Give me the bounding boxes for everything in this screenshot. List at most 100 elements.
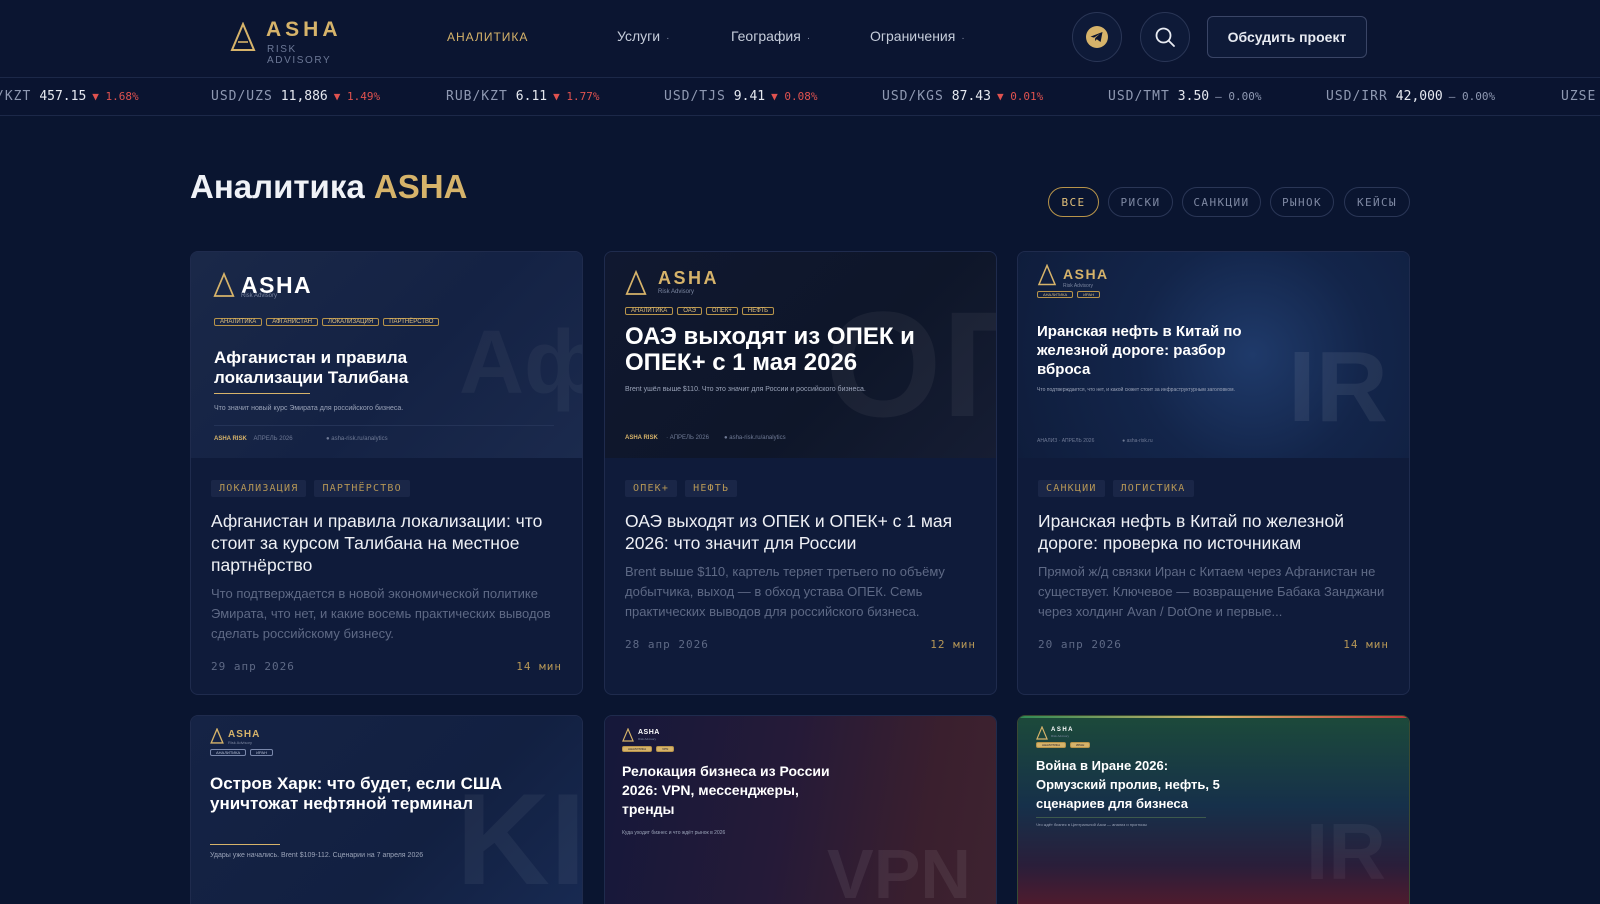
- article-card-iran-oil[interactable]: IR ASHA Risk Advisory АНАЛИТИКА ИРАН Ира…: [1017, 251, 1410, 695]
- chevron-down-icon: ·: [666, 33, 670, 44]
- cover-divider: [214, 425, 554, 426]
- cover-tag: ИРАН: [1070, 742, 1091, 748]
- cover-tags: АНАЛИТИКА ИРАН: [1036, 742, 1091, 748]
- cover-logo-word: ASHA: [1063, 266, 1109, 282]
- ticker-price: 457.15: [39, 89, 87, 104]
- card-tag[interactable]: ЛОГИСТИКА: [1112, 480, 1194, 497]
- cover-footer-brand: ASHA RISK: [625, 435, 658, 441]
- card-tags: ЛОКАЛИЗАЦИЯ ПАРТНЁРСТВО: [211, 480, 410, 497]
- cover-logo-sub: Risk Advisory: [1063, 283, 1094, 289]
- cover-logo-sub: Risk Advisory: [1051, 734, 1070, 738]
- card-excerpt: Прямой ж/д связки Иран с Китаем через Аф…: [1038, 564, 1385, 619]
- cover-title: Иранская нефть в Китай по железной дорог…: [1037, 323, 1242, 378]
- ticker-item: /KZT 457.15 ▼ 1.68%: [0, 89, 139, 104]
- logo-triangle-icon: [1037, 264, 1057, 286]
- filter-risks[interactable]: РИСКИ: [1108, 187, 1173, 217]
- chevron-down-icon: ·: [806, 33, 811, 44]
- cover-watermark: VPN: [827, 835, 971, 904]
- card-tags: САНКЦИИ ЛОГИСТИКА: [1038, 480, 1194, 497]
- logo-triangle-icon: [230, 22, 256, 51]
- nav-label: Ограничения: [870, 28, 956, 44]
- telegram-button[interactable]: [1072, 12, 1122, 62]
- cover-subtitle: Удары уже начались. Brent $109-112. Сцен…: [210, 852, 424, 859]
- ticker-change-value: 0.00%: [1228, 90, 1262, 103]
- cover-rule: [214, 393, 310, 394]
- site-logo[interactable]: ASHA Risk Advisory: [230, 16, 360, 66]
- currency-ticker: /KZT 457.15 ▼ 1.68% USD/UZS 11,886 ▼ 1.49% R…: [0, 78, 1600, 116]
- search-button[interactable]: [1140, 12, 1190, 62]
- card-tag[interactable]: НЕФТЬ: [685, 480, 738, 497]
- article-card-opec[interactable]: OП ASHA Risk Advisory АНАЛИТИКА ОАЭ ОПЕК…: [604, 251, 997, 695]
- cover-footer-brand: ASHA RISK: [214, 436, 247, 442]
- ticker-pair: USD/TJS: [664, 89, 726, 104]
- nav-item-restrictions[interactable]: Ограничения ·: [870, 28, 965, 44]
- cover-subtitle: Brent ушёл выше $110. Что это значит для…: [625, 386, 866, 393]
- cover-tag: ОПЕК+: [705, 307, 738, 315]
- card-title[interactable]: ОАЭ выходят из ОПЕК и ОПЕК+ с 1 мая 2026…: [625, 510, 980, 554]
- cover-tag: АНАЛИТИКА: [1037, 291, 1074, 298]
- card-date: 29 апр 2026: [211, 660, 295, 673]
- filter-sanctions[interactable]: САНКЦИИ: [1182, 187, 1261, 217]
- ticker-item: RUB/KZT 6.11 ▼ 1.77%: [446, 89, 599, 104]
- cover-footer-date: · АПРЕЛЬ 2026: [666, 435, 709, 441]
- discuss-project-button[interactable]: Обсудить проект: [1207, 16, 1367, 58]
- card-tag[interactable]: ПАРТНЁРСТВО: [314, 480, 410, 497]
- ticker-pair: USD/IRR: [1326, 89, 1388, 104]
- cover-watermark: IR: [1288, 331, 1388, 443]
- card-tag[interactable]: САНКЦИИ: [1038, 480, 1105, 497]
- ticker-pair: /KZT: [0, 89, 32, 104]
- filter-all[interactable]: ВСЕ: [1048, 187, 1099, 217]
- cover-tags: АНАЛИТИКА ИРАН: [210, 749, 273, 756]
- cover-tags: АНАЛИТИКА ИРАН: [1037, 291, 1100, 298]
- cover-footer: АНАЛИЗ · АПРЕЛЬ 2026 ● asha-risk.ru: [1037, 438, 1153, 444]
- ticker-pair: RUB/KZT: [446, 89, 508, 104]
- ticker-item: USD/UZS 11,886 ▼ 1.49%: [211, 89, 380, 104]
- ticker-price: 3.50: [1177, 89, 1210, 104]
- nav-label: География: [731, 28, 801, 44]
- arrow-down-icon: ▼: [92, 90, 99, 103]
- cover-rule: [210, 844, 280, 845]
- cover-rule: [1036, 817, 1206, 818]
- telegram-icon: [1086, 26, 1108, 48]
- card-title[interactable]: Афганистан и правила локализации: что ст…: [211, 510, 566, 576]
- ticker-change: — 0.00%: [1215, 90, 1261, 103]
- article-card-kharg[interactable]: KI ASHA Risk Advisory АНАЛИТИКА ИРАН Ост…: [190, 715, 583, 904]
- article-card-afghanistan[interactable]: Аф ASHA Risk Advisory АНАЛИТИКА АФГАНИСТ…: [190, 251, 583, 695]
- nav-item-geography[interactable]: География ·: [731, 28, 810, 44]
- cover-tag: НЕФТЬ: [741, 307, 775, 315]
- article-cover: IR ASHA Risk Advisory АНАЛИТИКА ИРАН Вой…: [1018, 716, 1409, 904]
- card-date: 20 апр 2026: [1038, 638, 1122, 651]
- nav-item-services[interactable]: Услуги ·: [617, 28, 669, 44]
- article-card-relocation[interactable]: VPN ASHA Risk Advisory АНАЛИТИКА VPN Рел…: [604, 715, 997, 904]
- logo-triangle-icon: [625, 269, 647, 295]
- nav-label: АНАЛИТИКА: [447, 30, 529, 44]
- article-card-iran-war[interactable]: IR ASHA Risk Advisory АНАЛИТИКА ИРАН Вой…: [1017, 715, 1410, 904]
- cover-title: Остров Харк: что будет, если США уничтож…: [210, 774, 503, 813]
- filter-market[interactable]: РЫНОК: [1270, 187, 1334, 217]
- arrow-down-icon: ▼: [771, 90, 778, 103]
- article-cover: IR ASHA Risk Advisory АНАЛИТИКА ИРАН Ира…: [1018, 252, 1409, 458]
- card-tag[interactable]: ЛОКАЛИЗАЦИЯ: [211, 480, 307, 497]
- cover-tag: АНАЛИТИКА: [622, 746, 653, 752]
- ticker-change: ▼ 1.68%: [92, 90, 138, 103]
- ticker-change: — 0.00%: [1449, 90, 1495, 103]
- cover-tags: АНАЛИТИКА VPN: [622, 746, 675, 752]
- card-title[interactable]: Иранская нефть в Китай по железной дорог…: [1038, 510, 1393, 554]
- logo-triangle-icon: [210, 728, 224, 744]
- cover-subtitle: Что значит новый курс Эмирата для россий…: [214, 405, 404, 412]
- logo-triangle-icon: [1036, 726, 1048, 740]
- filter-cases[interactable]: КЕЙСЫ: [1344, 187, 1410, 217]
- card-tags: ОПЕК+ НЕФТЬ: [625, 480, 738, 497]
- card-excerpt: Что подтверждается в новой экономической…: [211, 586, 551, 641]
- cover-footer-url: ● asha-risk.ru: [1122, 438, 1153, 444]
- card-tag[interactable]: ОПЕК+: [625, 480, 678, 497]
- logo-triangle-icon: [213, 272, 235, 297]
- cover-tag: ОАЭ: [677, 307, 702, 315]
- cover-logo-word: ASHA: [228, 729, 261, 740]
- cover-watermark: IR: [1306, 807, 1386, 896]
- nav-item-analytics[interactable]: АНАЛИТИКА: [447, 30, 528, 44]
- ticker-price: 42,000: [1395, 89, 1443, 104]
- cover-tag: ПАРТНЁРСТВО: [383, 318, 440, 326]
- logo-wordmark: ASHA: [266, 18, 342, 41]
- ticker-item: UZSE: [1561, 89, 1596, 104]
